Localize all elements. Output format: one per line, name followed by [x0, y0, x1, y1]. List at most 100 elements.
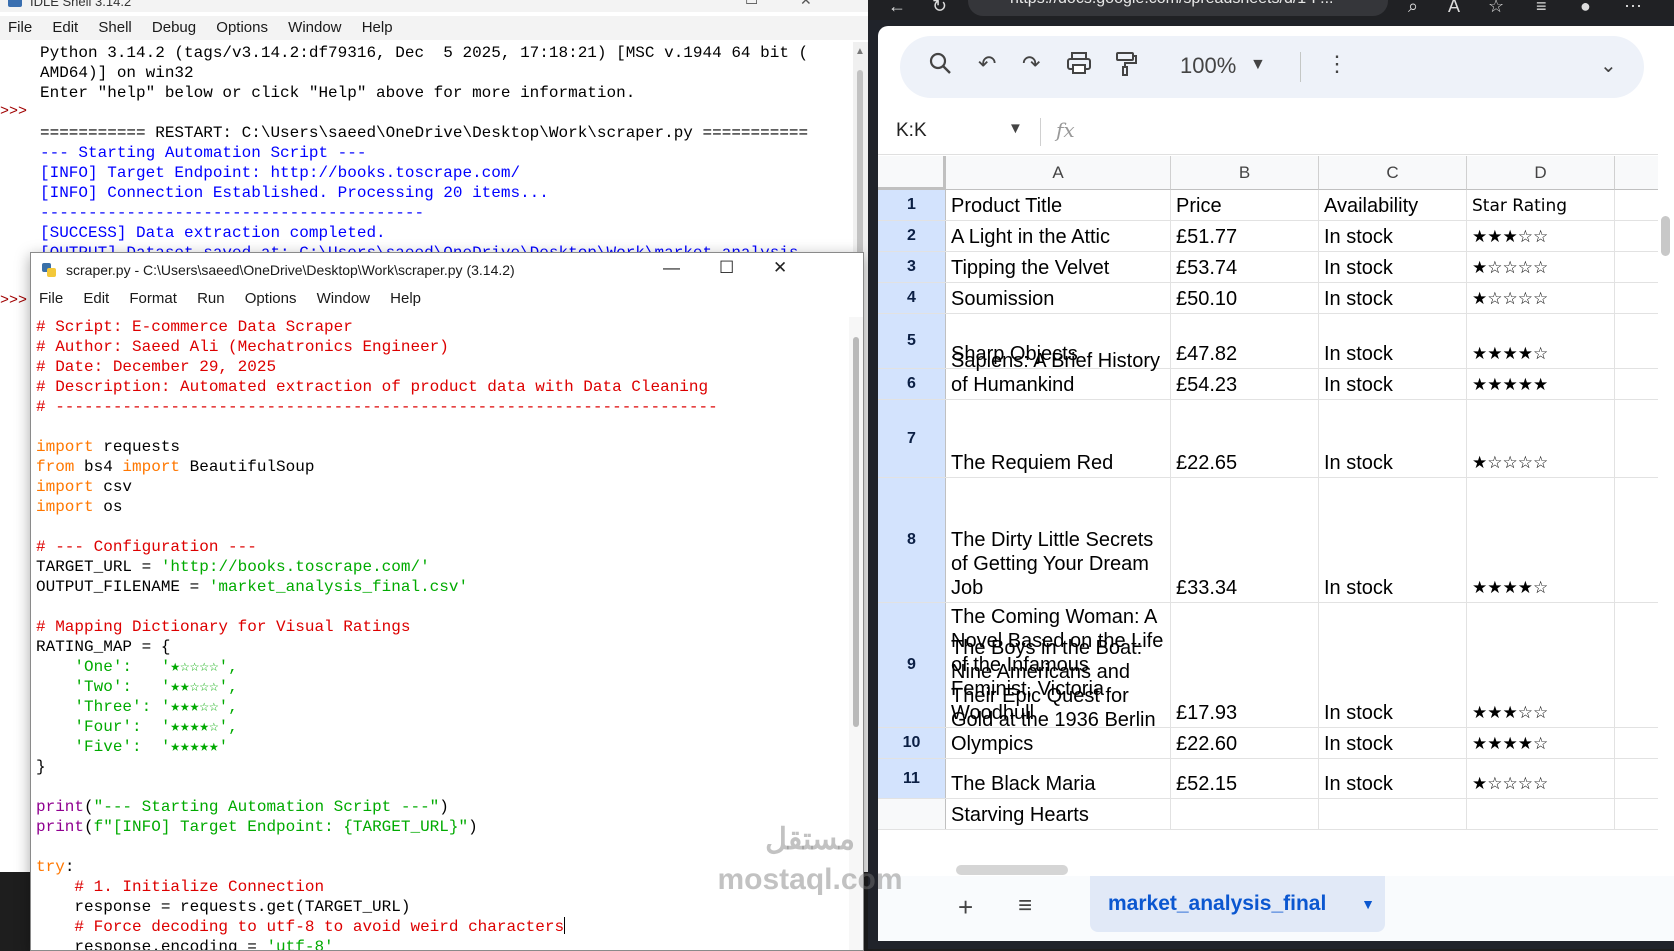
cell[interactable]: Starving Hearts [946, 799, 1171, 829]
cell[interactable]: Sapiens: A Brief History of Humankind [946, 350, 1171, 399]
row-header[interactable]: 7 [878, 400, 946, 477]
menu-shell[interactable]: Shell [90, 16, 139, 36]
scroll-up-icon[interactable]: ▲ [855, 46, 865, 57]
sheet-row[interactable]: 1 Product Title Price Availability Star Rati… [878, 190, 1674, 221]
cell[interactable]: Availability [1319, 190, 1467, 220]
name-box[interactable]: K:K [896, 120, 927, 142]
row-header[interactable]: 2 [878, 221, 946, 251]
menu-options[interactable]: Options [237, 287, 305, 307]
cell[interactable]: £47.82 [1171, 314, 1319, 368]
sheet-tab[interactable]: market_analysis_final ▼ [1090, 876, 1385, 932]
row-header[interactable]: 10 [878, 728, 946, 758]
cell[interactable]: £53.74 [1171, 252, 1319, 282]
collapse-chevron-icon[interactable]: ⌄ [1600, 53, 1617, 78]
cell-grid[interactable]: A B C D 1 Product Title Price Availability S… [878, 154, 1674, 834]
sheet-row[interactable]: 6 Sapiens: A Brief History of Humankind £5… [878, 350, 1674, 400]
menu-file[interactable]: File [31, 287, 71, 307]
cell[interactable]: ★☆☆☆☆ [1467, 252, 1615, 282]
reload-icon[interactable]: ↻ [932, 0, 947, 17]
menu-format[interactable]: Format [121, 287, 185, 307]
cell[interactable]: ★☆☆☆☆ [1467, 400, 1615, 477]
minimize-icon[interactable]: ▭ [745, 0, 758, 9]
cell[interactable]: ★★★★☆ [1467, 728, 1615, 758]
caret-down-icon[interactable]: ▼ [1361, 876, 1375, 932]
sheet-row[interactable]: 3 Tipping the Velvet £53.74 In stock ★☆☆☆☆ [878, 252, 1674, 283]
zoom-select[interactable]: 100% [1180, 53, 1236, 79]
sheet-row[interactable]: 8 The Dirty Little Secrets of Getting You… [878, 478, 1674, 603]
cell[interactable]: ★☆☆☆☆ [1467, 759, 1615, 798]
row-header[interactable]: 1 [878, 190, 946, 220]
menu-edit[interactable]: Edit [75, 287, 117, 307]
more-vert-icon[interactable]: ⋮ [1326, 51, 1348, 77]
row-header[interactable]: 11 [878, 759, 946, 798]
redo-icon[interactable]: ↷ [1022, 51, 1040, 77]
cell[interactable]: Star Rating [1467, 190, 1615, 220]
cell[interactable]: In stock [1319, 728, 1467, 758]
cell[interactable]: ★★★☆☆ [1467, 603, 1615, 727]
cell[interactable]: In stock [1319, 283, 1467, 313]
cell[interactable]: £17.93 [1171, 603, 1319, 727]
cell[interactable]: £33.34 [1171, 478, 1319, 602]
row-header[interactable]: 9 [878, 603, 946, 727]
cell[interactable]: The Requiem Red [946, 400, 1171, 477]
paint-format-icon[interactable] [1114, 51, 1138, 77]
print-icon[interactable] [1066, 51, 1092, 75]
cell[interactable]: A Light in the Attic [946, 221, 1171, 251]
sheet-row[interactable]: 4 Soumission £50.10 In stock ★☆☆☆☆ [878, 283, 1674, 314]
sheet-row[interactable]: 10 The Boys in the Boat: Nine Americans a… [878, 637, 1674, 759]
shell-output[interactable]: Python 3.14.2 (tags/v3.14.2:df79316, Dec… [40, 43, 840, 263]
scrollbar-thumb[interactable] [956, 865, 1068, 875]
menu-run[interactable]: Run [189, 287, 233, 307]
menu-window[interactable]: Window [309, 287, 378, 307]
menu-options[interactable]: Options [208, 16, 276, 36]
menu-help[interactable]: Help [354, 16, 401, 36]
select-all-corner[interactable] [878, 156, 946, 190]
row-header[interactable]: 6 [878, 369, 946, 399]
scrollbar-thumb[interactable] [853, 337, 859, 727]
back-icon[interactable]: ← [888, 0, 906, 17]
column-header-c[interactable]: C [1319, 156, 1467, 190]
menu-help[interactable]: Help [382, 287, 429, 307]
cell[interactable]: £22.65 [1171, 400, 1319, 477]
row-header[interactable]: 5 [878, 314, 946, 368]
more-icon[interactable]: ⋯ [1624, 0, 1642, 17]
close-icon[interactable]: ✕ [800, 0, 812, 9]
cell[interactable]: In stock [1319, 759, 1467, 798]
column-header-b[interactable]: B [1171, 156, 1319, 190]
cell[interactable]: £51.77 [1171, 221, 1319, 251]
cell[interactable]: ★★★☆☆ [1467, 221, 1615, 251]
cell[interactable]: The Boys in the Boat: Nine Americans and… [946, 637, 1171, 758]
undo-icon[interactable]: ↶ [978, 51, 996, 77]
sheet-row[interactable]: 7 The Requiem Red £22.65 In stock ★☆☆☆☆ [878, 400, 1674, 478]
cell[interactable] [1319, 799, 1467, 829]
chevron-down-icon[interactable]: ▼ [1250, 56, 1266, 74]
cell[interactable]: £54.23 [1171, 369, 1319, 399]
cell[interactable]: £52.15 [1171, 759, 1319, 798]
cell[interactable]: Soumission [946, 283, 1171, 313]
cell[interactable]: In stock [1319, 400, 1467, 477]
collections-icon[interactable]: ≡ [1536, 0, 1547, 17]
cell[interactable]: In stock [1319, 221, 1467, 251]
favorite-icon[interactable]: ☆ [1488, 0, 1504, 17]
cell[interactable]: £50.10 [1171, 283, 1319, 313]
cell[interactable]: Product Title [946, 190, 1171, 220]
zoom-icon[interactable]: ⌕ [1408, 0, 1418, 17]
cell[interactable]: ★★★★★ [1467, 369, 1615, 399]
cell[interactable]: Price [1171, 190, 1319, 220]
cell[interactable]: The Black Maria [946, 759, 1171, 798]
cell[interactable]: In stock [1319, 478, 1467, 602]
sheet-row[interactable]: 11 The Black Maria £52.15 In stock ★☆☆☆☆ [878, 759, 1674, 799]
cell[interactable]: ★★★★☆ [1467, 314, 1615, 368]
close-icon[interactable]: ✕ [773, 258, 787, 278]
search-icon[interactable] [928, 51, 952, 75]
menu-file[interactable]: File [0, 16, 40, 36]
cell[interactable]: ★☆☆☆☆ [1467, 283, 1615, 313]
profile-icon[interactable]: ● [1580, 0, 1591, 17]
all-sheets-icon[interactable]: ≡ [1018, 892, 1032, 920]
read-aloud-icon[interactable]: A [1448, 0, 1460, 17]
sheet-row[interactable]: Starving Hearts [878, 799, 1674, 830]
cell[interactable]: In stock [1319, 603, 1467, 727]
cell[interactable] [1171, 799, 1319, 829]
cell[interactable]: £22.60 [1171, 728, 1319, 758]
menu-window[interactable]: Window [280, 16, 349, 36]
